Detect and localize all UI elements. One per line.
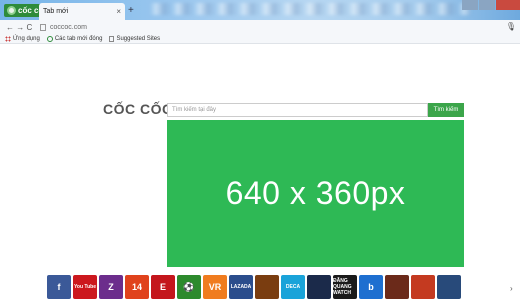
shortcut-game-4[interactable] — [385, 275, 409, 299]
new-tab-button[interactable]: + — [128, 5, 134, 16]
banner-text: 640 x 360px — [225, 175, 406, 211]
page-icon — [40, 23, 46, 31]
nav-buttons[interactable]: ← → C — [6, 23, 32, 32]
apps-icon — [5, 35, 11, 42]
bookmark-label: Suggested Sites — [116, 35, 161, 42]
shortcut-label: E — [159, 282, 166, 292]
shortcut-label: b — [368, 282, 374, 292]
shortcut-e-app[interactable]: E — [151, 275, 175, 299]
shortcut-facebook[interactable]: f — [47, 275, 71, 299]
shortcut-label: ĐĂNG QUANG WATCH — [333, 278, 352, 296]
shortcut-dang-quang-watch[interactable]: ĐĂNG QUANG WATCH — [333, 275, 357, 299]
bookmark-label: Ứng dụng — [13, 35, 40, 42]
shortcut-game-6[interactable] — [437, 275, 461, 299]
mic-icon[interactable]: 🎙 — [506, 22, 516, 31]
shortcut-deca[interactable]: DECA — [281, 275, 305, 299]
title-bar: cốc cốc Tab mới × + — [0, 0, 520, 20]
shortcut-bing[interactable]: b — [359, 275, 383, 299]
shortcut-label: You Tube — [73, 284, 97, 290]
recent-tabs-icon — [46, 35, 53, 42]
address-bar[interactable]: coccoc.com — [40, 22, 505, 32]
minimize-button[interactable] — [462, 0, 478, 10]
ad-banner[interactable]: 640 x 360px — [167, 120, 464, 267]
shortcut-soccer[interactable]: ⚽ — [177, 275, 201, 299]
page-icon — [109, 35, 115, 42]
shortcut-vr[interactable]: VR — [203, 275, 227, 299]
bookmark-apps[interactable]: Ứng dụng — [5, 35, 40, 42]
shortcut-lazada[interactable]: LAZADA — [229, 275, 253, 299]
close-icon[interactable]: × — [116, 7, 121, 16]
window-controls — [462, 0, 520, 10]
shortcut-bar: f You Tube Z 14 E ⚽ VR LAZADA DECA ĐĂNG QUANG WAT… — [47, 275, 461, 301]
shortcut-label: VR — [208, 282, 222, 292]
shortcut-label: DECA — [285, 284, 301, 290]
bookmarks-bar: Ứng dụng Các tab mới đóng Suggested Site… — [0, 34, 520, 44]
search-button[interactable]: Tìm kiếm — [428, 103, 464, 117]
shortcut-label: 14 — [131, 282, 142, 292]
search-input[interactable]: Tìm kiếm tại đây — [167, 103, 428, 117]
coccoc-logo: CỐC CỐC — [103, 101, 173, 117]
maximize-button[interactable] — [479, 0, 495, 10]
address-text: coccoc.com — [50, 23, 87, 31]
shortcut-game-2[interactable] — [255, 275, 279, 299]
shortcut-game-3[interactable] — [307, 275, 331, 299]
shortcut-game-5[interactable] — [411, 275, 435, 299]
shortcut-label: f — [57, 282, 61, 292]
close-window-button[interactable] — [496, 0, 520, 10]
shortcut-label: Z — [108, 282, 114, 292]
shortcut-youtube[interactable]: You Tube — [73, 275, 97, 299]
coccoc-logo-icon — [7, 6, 16, 15]
blurred-tab-strip — [150, 3, 470, 15]
shortcut-label: ⚽ — [183, 281, 195, 292]
bookmark-recent-tabs[interactable]: Các tab mới đóng — [46, 35, 103, 42]
shortcut-zing[interactable]: Z — [99, 275, 123, 299]
bookmark-suggested-sites[interactable]: Suggested Sites — [109, 35, 161, 42]
more-shortcuts-icon[interactable]: › — [510, 284, 513, 293]
bookmark-label: Các tab mới đóng — [54, 35, 103, 42]
shortcut-label: LAZADA — [230, 284, 252, 290]
shortcut-game-14[interactable]: 14 — [125, 275, 149, 299]
tab-new-tab[interactable]: Tab mới × — [39, 3, 125, 20]
tab-title: Tab mới — [43, 8, 69, 15]
